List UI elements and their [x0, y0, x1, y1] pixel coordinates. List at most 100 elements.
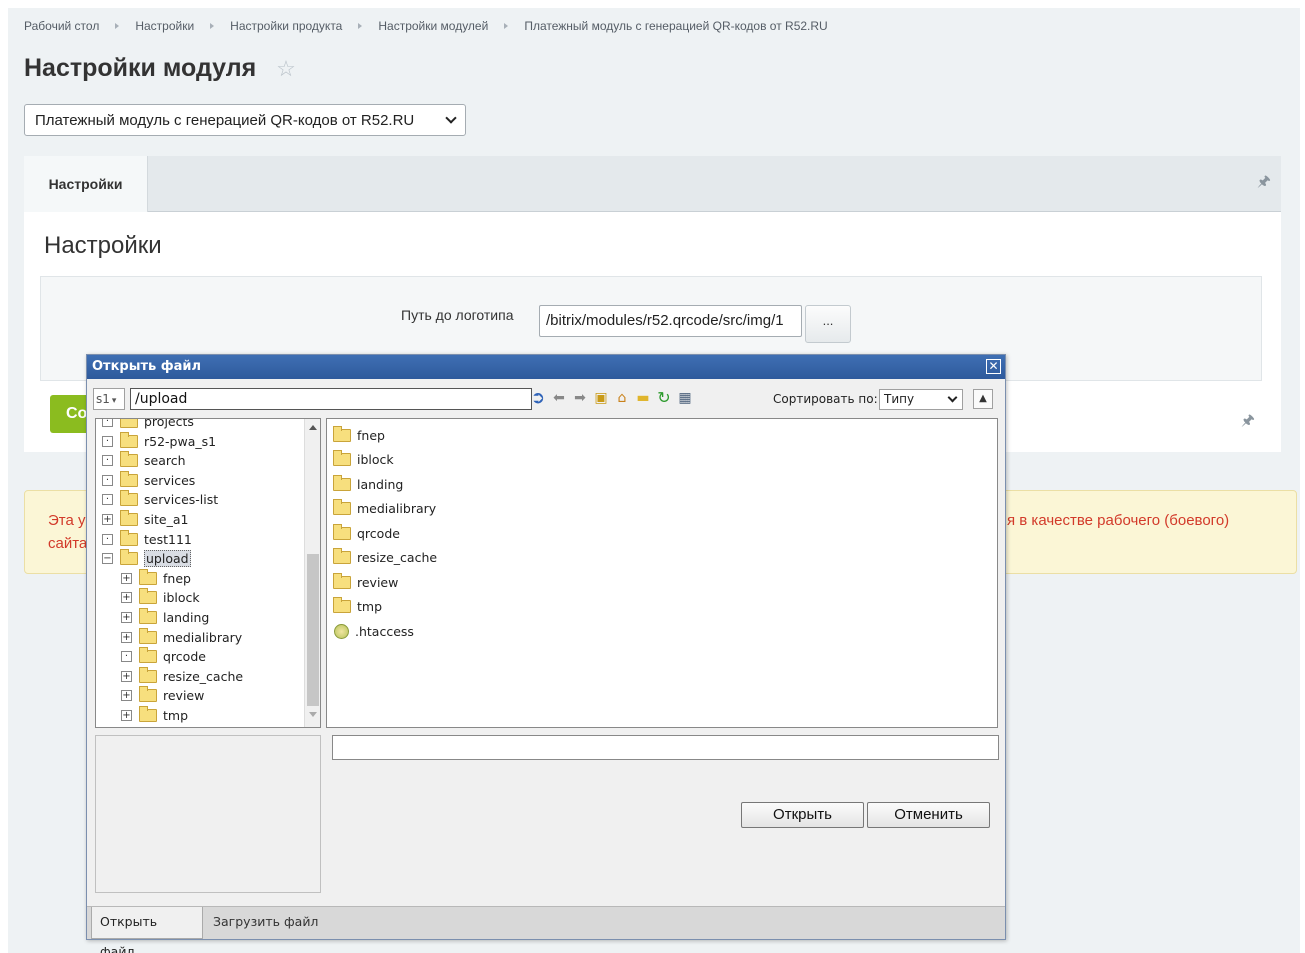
module-select[interactable]: Платежный модуль с генерацией QR-кодов о…	[24, 104, 466, 136]
refresh-icon[interactable]: ↻	[655, 389, 673, 407]
sort-direction-icon[interactable]: ▲	[973, 389, 993, 409]
breadcrumb-item-desktop[interactable]: Рабочий стол	[24, 19, 99, 33]
expand-toggle-icon[interactable]: ·	[102, 494, 113, 506]
breadcrumb-item-current-module[interactable]: Платежный модуль с генерацией QR-кодов о…	[524, 19, 827, 33]
tree-item[interactable]: + landing	[121, 608, 209, 627]
pin-icon[interactable]: 🖈	[1257, 171, 1271, 196]
dialog-title: Открыть файл	[92, 359, 202, 374]
expand-toggle-icon[interactable]: +	[102, 514, 113, 525]
cancel-button[interactable]: Отменить	[867, 802, 990, 828]
expand-toggle-icon[interactable]: +	[121, 572, 132, 584]
pin-icon[interactable]: 🖈	[1241, 410, 1255, 435]
tree-item[interactable]: · test111	[102, 529, 192, 549]
breadcrumb-arrow-icon	[210, 23, 215, 29]
tree-item[interactable]: − upload	[102, 549, 191, 568]
tree-item[interactable]: · qrcode	[121, 647, 206, 666]
file-list-item[interactable]: review	[333, 572, 398, 592]
tree-item[interactable]: · projects	[102, 419, 194, 431]
expand-toggle-icon[interactable]: ·	[102, 474, 113, 486]
go-icon[interactable]: ➲	[529, 389, 547, 407]
file-list-item[interactable]: landing	[333, 474, 403, 494]
expand-toggle-icon[interactable]: −	[102, 553, 113, 565]
new-folder-icon[interactable]: ▬	[634, 389, 652, 407]
favorite-star-icon[interactable]: ☆	[276, 56, 296, 82]
scroll-up-icon[interactable]	[309, 425, 317, 430]
back-arrow-icon[interactable]: ⬅	[550, 389, 568, 407]
tab-upload-file[interactable]: Загрузить файл	[205, 907, 327, 939]
expand-toggle-icon[interactable]: ·	[102, 435, 113, 447]
tree-item[interactable]: + review	[121, 686, 204, 705]
home-icon[interactable]: ⌂	[613, 389, 631, 407]
folder-icon	[139, 568, 157, 585]
logo-path-input[interactable]: /bitrix/modules/r52.qrcode/src/img/1	[539, 305, 802, 337]
tree-item[interactable]: + fnep	[121, 568, 191, 588]
file-name: medialibrary	[357, 501, 437, 516]
tree-item-label: search	[144, 453, 186, 469]
tree-item-label: site_a1	[144, 512, 189, 527]
expand-toggle-icon[interactable]: ·	[121, 651, 132, 663]
folder-icon	[139, 686, 157, 703]
expand-toggle-icon[interactable]: +	[121, 592, 132, 604]
logo-path-label: Путь до логотипа	[401, 307, 514, 323]
file-name: .htaccess	[355, 623, 414, 639]
folder-icon	[333, 450, 351, 466]
folder-icon	[333, 548, 351, 564]
scroll-down-icon[interactable]	[309, 712, 317, 717]
breadcrumb-item-product-settings[interactable]: Настройки продукта	[230, 19, 342, 33]
file-list-item[interactable]: medialibrary	[333, 499, 436, 519]
tab-open-file[interactable]: Открыть файл	[91, 907, 203, 953]
tree-scrollbar[interactable]	[304, 419, 320, 727]
tree-item[interactable]: · search	[102, 451, 186, 470]
folder-icon	[120, 431, 138, 448]
settings-file-icon	[334, 623, 349, 639]
tab-settings[interactable]: Настройки	[24, 156, 148, 212]
file-list-item[interactable]: qrcode	[333, 523, 400, 543]
expand-toggle-icon[interactable]: ·	[102, 533, 113, 545]
tree-item-label: services-list	[144, 492, 219, 508]
site-select[interactable]: s1 ▾	[93, 388, 125, 410]
tree-item[interactable]: + iblock	[121, 588, 200, 607]
file-list-item[interactable]: iblock	[333, 450, 394, 470]
file-list-item[interactable]: tmp	[333, 597, 382, 617]
warning-text-line1: Эта у	[48, 512, 86, 529]
expand-toggle-icon[interactable]: +	[121, 612, 132, 623]
chevron-down-icon: ▾	[111, 396, 117, 406]
expand-toggle-icon[interactable]: +	[121, 710, 132, 721]
expand-toggle-icon[interactable]: ·	[102, 455, 113, 467]
sort-select[interactable]: Типу	[879, 389, 963, 410]
expand-toggle-icon[interactable]: ·	[102, 419, 113, 427]
tree-item[interactable]: + resize_cache	[121, 666, 243, 686]
scroll-thumb[interactable]	[307, 554, 319, 706]
file-list-item[interactable]: .htaccess	[333, 621, 414, 641]
file-name: landing	[357, 476, 404, 492]
expand-toggle-icon[interactable]: +	[121, 631, 132, 643]
tab-bar: Настройки 🖈	[24, 156, 1281, 212]
sort-label: Сортировать по:	[773, 392, 878, 406]
breadcrumb: Рабочий стол Настройки Настройки продукт…	[24, 19, 828, 33]
tree-item-label: upload	[144, 550, 191, 568]
expand-toggle-icon[interactable]: +	[121, 670, 132, 682]
open-button[interactable]: Открыть	[741, 802, 864, 828]
tree-item[interactable]: · services-list	[102, 490, 218, 509]
folder-icon	[333, 499, 351, 515]
close-icon[interactable]: ✕	[986, 359, 1001, 374]
view-mode-icon[interactable]: ▦	[676, 389, 694, 407]
tree-item[interactable]: + site_a1	[102, 510, 188, 529]
file-name-input[interactable]	[332, 735, 999, 760]
tree-item[interactable]: + tmp	[121, 706, 188, 725]
tree-item[interactable]: + medialibrary	[121, 627, 242, 647]
file-list-item[interactable]: fnep	[333, 425, 385, 445]
breadcrumb-item-module-settings[interactable]: Настройки модулей	[378, 19, 488, 33]
folder-up-icon[interactable]: ▣	[592, 389, 610, 407]
folder-icon	[139, 608, 157, 624]
tree-item[interactable]: · services	[102, 470, 195, 490]
breadcrumb-item-settings[interactable]: Настройки	[135, 19, 194, 33]
forward-arrow-icon[interactable]: ➡	[571, 389, 589, 407]
file-list-item[interactable]: resize_cache	[333, 548, 437, 568]
tree-item-label: landing	[163, 610, 210, 625]
path-input[interactable]: /upload	[130, 388, 532, 410]
tree-item[interactable]: · r52-pwa_s1	[102, 431, 216, 451]
browse-button[interactable]: ...	[805, 305, 851, 343]
dialog-titlebar[interactable]: Открыть файл ✕	[87, 355, 1005, 379]
expand-toggle-icon[interactable]: +	[121, 690, 132, 702]
